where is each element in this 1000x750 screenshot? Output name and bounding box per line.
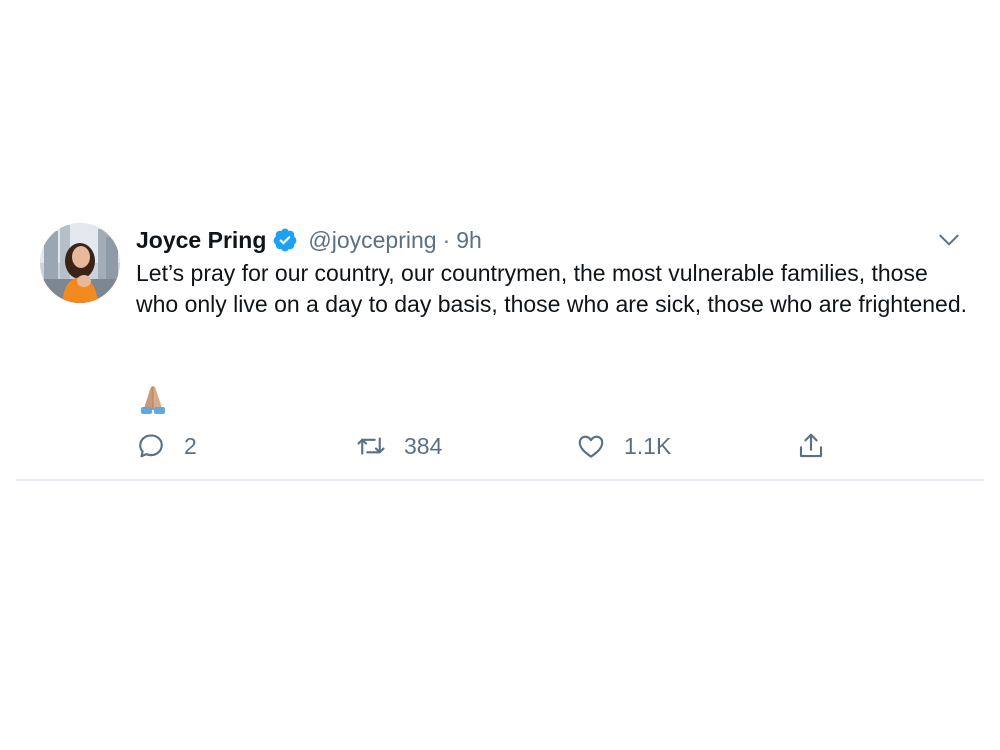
chevron-down-icon[interactable]: [936, 227, 962, 253]
share-icon: [796, 431, 826, 461]
avatar[interactable]: [40, 223, 120, 303]
retweet-button[interactable]: 384: [356, 429, 442, 463]
tweet-text: Let’s pray for our country, our countrym…: [136, 260, 968, 317]
display-name[interactable]: Joyce Pring: [136, 227, 266, 254]
reply-count: 2: [184, 432, 197, 459]
retweet-icon: [356, 431, 386, 461]
like-button[interactable]: 1.1K: [576, 429, 671, 463]
tweet-actions: 2 384 1.1K: [136, 429, 836, 463]
verified-badge-icon: [272, 227, 298, 253]
separator-dot: ·: [442, 226, 451, 253]
avatar-image: [40, 223, 120, 303]
folded-hands-emoji: [136, 381, 170, 415]
like-count: 1.1K: [624, 432, 672, 459]
handle[interactable]: @joycepring: [308, 227, 436, 254]
tweet[interactable]: Joyce Pring @joycepring · 9h Let’s pray …: [16, 205, 984, 481]
timestamp[interactable]: 9h: [456, 227, 482, 254]
reply-button[interactable]: 2: [136, 429, 197, 463]
share-button[interactable]: [796, 429, 826, 463]
retweet-count: 384: [404, 432, 443, 459]
heart-icon: [576, 431, 606, 461]
reply-icon: [136, 431, 166, 461]
tweet-header: Joyce Pring @joycepring · 9h: [136, 225, 482, 255]
